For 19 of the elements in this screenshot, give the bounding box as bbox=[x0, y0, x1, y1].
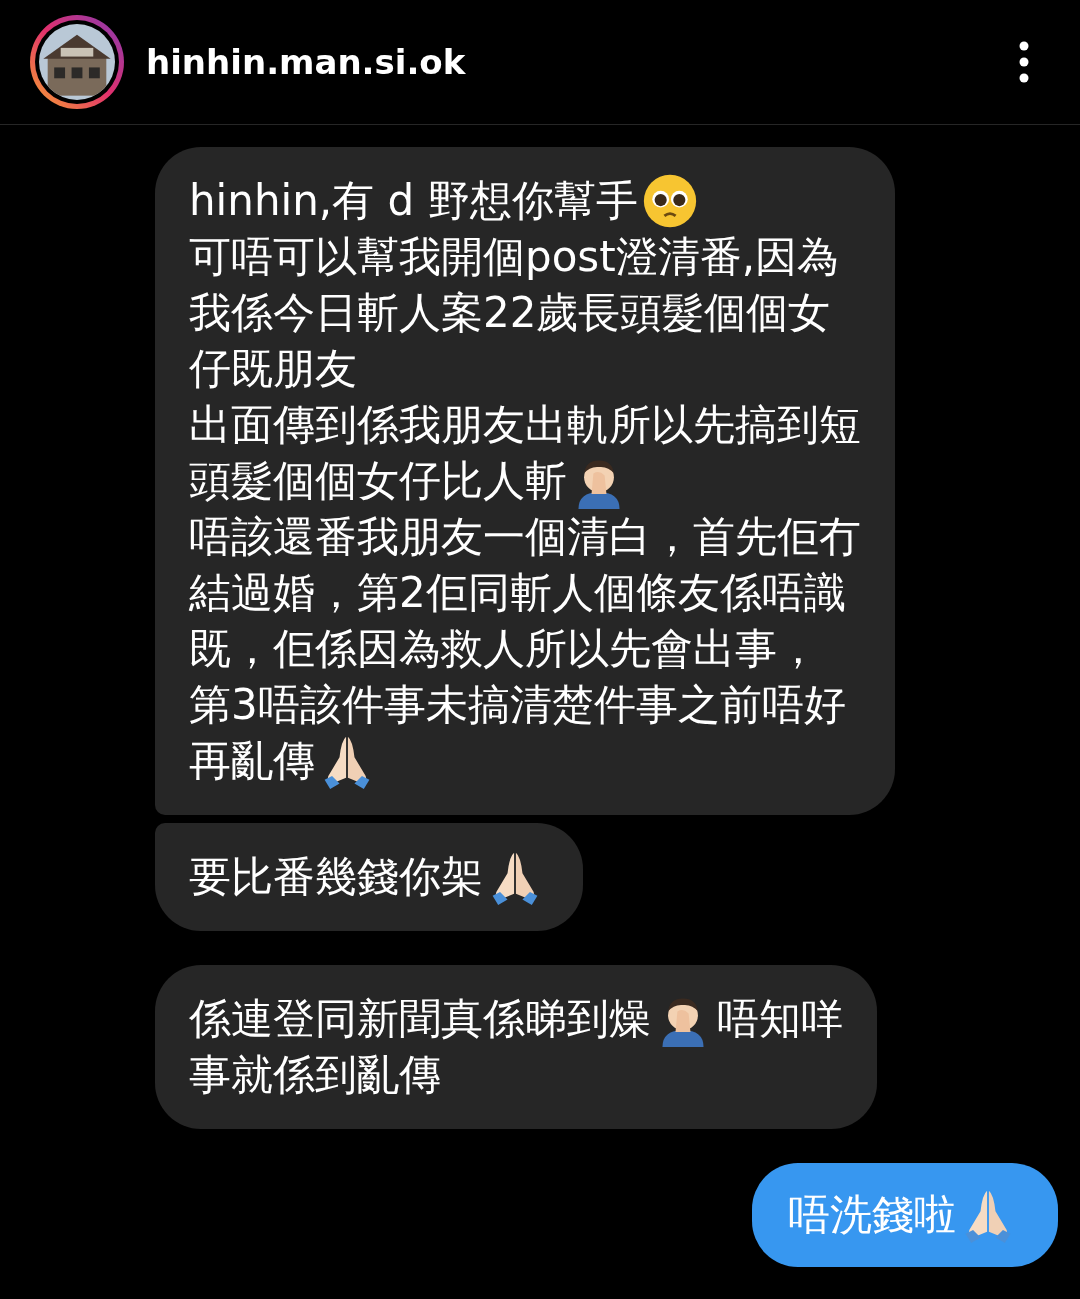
message-text: 我係今日斬人案22歲長頭髮個個女 bbox=[189, 287, 831, 339]
message-text: 仔既朋友 bbox=[189, 343, 357, 395]
message-text: 第3唔該件事未搞清楚件事之前唔好 bbox=[189, 679, 846, 731]
message-text: 頭髮個個女仔比人斬 bbox=[189, 455, 567, 507]
message-text: 係連登同新聞真係睇到燥 bbox=[189, 993, 651, 1045]
message-text: 唔洗錢啦 bbox=[788, 1189, 956, 1241]
message-text: 要比番幾錢你架 bbox=[189, 851, 483, 903]
message-text: hinhin,有 d 野想你幫手 bbox=[189, 175, 638, 227]
message-text: 唔知咩 bbox=[717, 993, 843, 1045]
message-text: 可唔可以幫我開個post澄清番,因為 bbox=[189, 231, 840, 283]
more-options-icon[interactable] bbox=[1018, 41, 1030, 83]
message-text: 再亂傳 bbox=[189, 735, 315, 787]
message-text: 事就係到亂傳 bbox=[189, 1049, 441, 1101]
message-text: 出面傳到係我朋友出軌所以先搞到短 bbox=[189, 399, 861, 451]
message-text: 既，佢係因為救人所以先會出事， bbox=[189, 623, 819, 675]
message-text: 唔該還番我朋友一個清白，首先佢冇 bbox=[189, 511, 861, 563]
username[interactable]: hinhin.man.si.ok bbox=[146, 42, 1018, 82]
message-text: 結過婚，第2佢同斬人個條友係唔識 bbox=[189, 567, 846, 619]
pleading-face-icon bbox=[641, 173, 698, 229]
